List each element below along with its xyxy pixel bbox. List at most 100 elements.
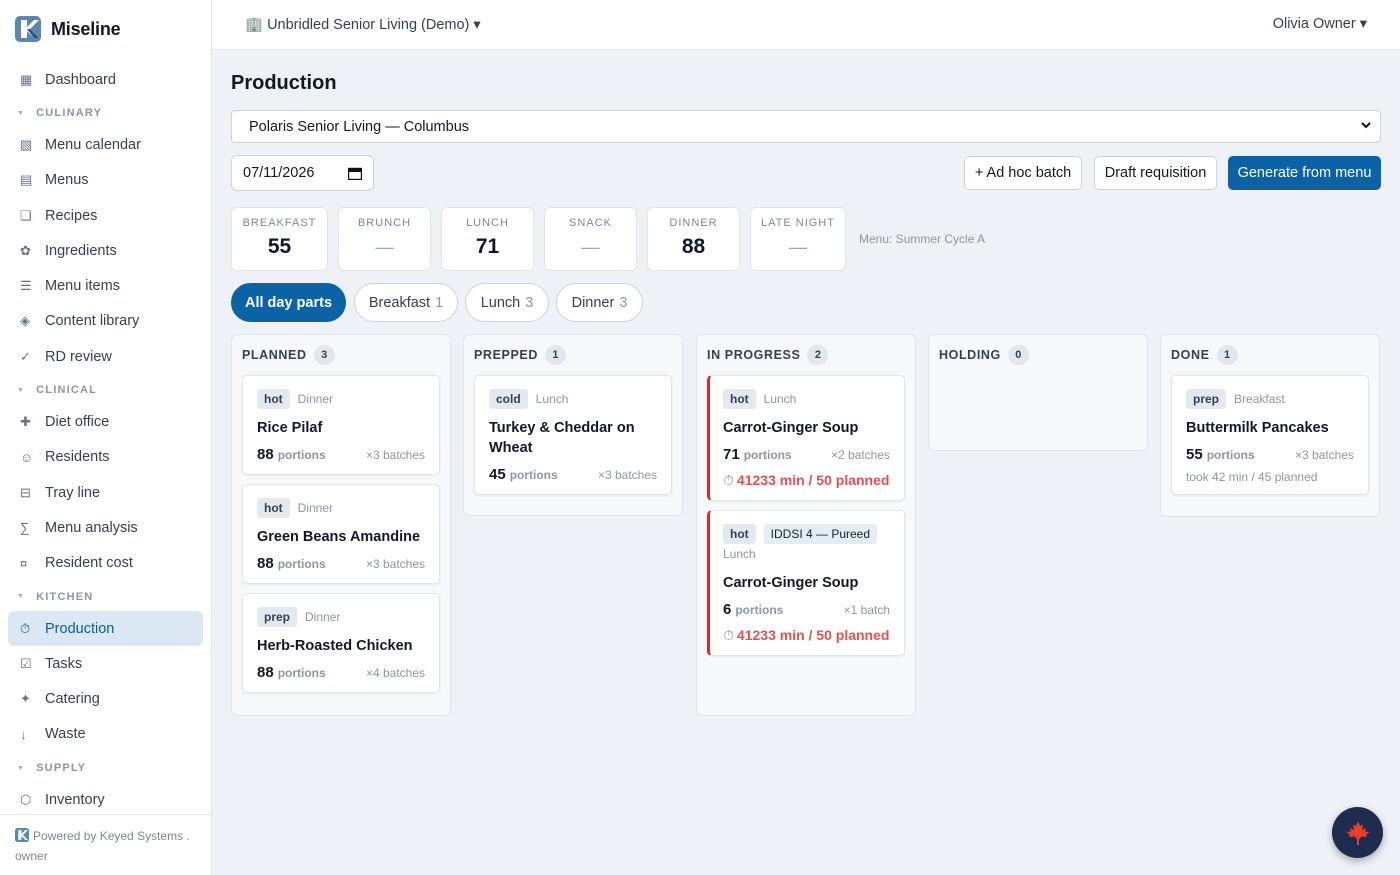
temperature-tag: hot bbox=[723, 524, 756, 544]
sidebar-item-label: Dashboard bbox=[45, 71, 116, 88]
sidebar-item-menu-analysis[interactable]: ∑ Menu analysis bbox=[8, 510, 203, 545]
card-recipe-name: Rice Pilaf bbox=[257, 420, 323, 436]
filter-all-day-parts[interactable]: All day parts bbox=[231, 283, 346, 322]
maple-leaf-icon bbox=[1346, 820, 1369, 845]
portions-count: 55 bbox=[1186, 446, 1203, 463]
card-tags: prep Dinner bbox=[257, 607, 425, 627]
card-tags: cold Lunch bbox=[489, 389, 657, 409]
column-header: HOLDING 0 bbox=[929, 335, 1147, 375]
card-recipe-name: Green Beans Amandine bbox=[257, 529, 421, 545]
batch-card[interactable]: cold Lunch Turkey & Cheddar on Wheat 45 port… bbox=[474, 375, 672, 495]
location-select[interactable]: Polaris Senior Living — Columbus bbox=[231, 110, 1381, 143]
stat-label: LUNCH bbox=[466, 217, 509, 229]
batch-card[interactable]: hot Lunch Carrot-Ginger Soup 71 portions ×2 b… bbox=[707, 375, 905, 501]
stat-value: 71 bbox=[475, 235, 500, 258]
sidebar-item-inventory[interactable]: ⬡ Inventory bbox=[8, 782, 203, 813]
sidebar-item-production[interactable]: ⏱ Production bbox=[8, 610, 203, 647]
sidebar-section-title: KITCHEN bbox=[36, 590, 94, 603]
card-recipe-name: Herb-Roasted Chicken bbox=[257, 638, 413, 654]
column-planned: PLANNED 3 hot Dinner Rice Pilaf 88 portions ×3 … bbox=[231, 334, 451, 716]
user-menu[interactable]: Olivia Owner ▾ bbox=[1273, 16, 1367, 32]
filter-breakfast[interactable]: Breakfast 1 bbox=[354, 283, 458, 322]
batch-card[interactable]: prep Breakfast Buttermilk Pancakes 55 portio… bbox=[1171, 375, 1369, 495]
column-holding: HOLDING 0 bbox=[928, 334, 1148, 451]
ad-hoc-batch-button[interactable]: + Ad hoc batch bbox=[964, 156, 1082, 190]
sidebar-item-ingredients[interactable]: ✿ Ingredients bbox=[8, 233, 203, 268]
sidebar-item-recipes[interactable]: ❏ Recipes bbox=[8, 198, 203, 233]
sidebar-section-title: CULINARY bbox=[36, 107, 103, 120]
stat-label: BRUNCH bbox=[357, 217, 412, 229]
sidebar-item-diet-office[interactable]: ✚ Diet office bbox=[8, 404, 203, 439]
column-header: IN PROGRESS 2 bbox=[697, 335, 915, 375]
column-count-badge: 1 bbox=[544, 345, 566, 365]
diet-office-icon: ✚ bbox=[20, 414, 31, 430]
sidebar-item-label: Menu analysis bbox=[45, 519, 138, 536]
organization-switcher[interactable]: 🏢 Unbridled Senior Living (Demo) ▾ bbox=[245, 16, 481, 33]
batch-card[interactable]: hot Dinner Rice Pilaf 88 portions ×3 batches bbox=[242, 375, 440, 475]
batch-card[interactable]: hot IDDSI 4 — Pureed Lunch Carrot-Ginger So… bbox=[707, 510, 905, 656]
menu-cycle-note: Menu: Summer Cycle A bbox=[859, 232, 986, 246]
calendar-icon[interactable] bbox=[348, 167, 362, 180]
brand[interactable]: Miseline bbox=[0, 0, 211, 58]
column-title: PREPPED bbox=[474, 348, 538, 362]
page-title: Production bbox=[231, 72, 337, 94]
stat-value: — bbox=[789, 237, 807, 257]
sidebar-item-waste[interactable]: ↓ Waste bbox=[8, 717, 203, 752]
main-content: Production Polaris Senior Living — Colum… bbox=[212, 50, 1400, 875]
card-portions-row: 88 portions ×3 batches bbox=[257, 555, 425, 573]
temperature-tag: cold bbox=[489, 389, 528, 409]
elapsed-timer: ⏱ 41233 min / 50 planned bbox=[723, 625, 890, 645]
portions-count: 6 bbox=[723, 601, 732, 618]
sidebar-item-catering[interactable]: ✦ Catering bbox=[8, 681, 203, 716]
sidebar-section-kitchen[interactable]: ▼ KITCHEN bbox=[0, 583, 211, 611]
card-tags: hot Lunch bbox=[723, 389, 890, 409]
sidebar-section-culinary[interactable]: ▼ CULINARY bbox=[0, 99, 211, 127]
column-count-badge: 2 bbox=[807, 345, 829, 365]
dashboard-icon: ▦ bbox=[20, 71, 33, 87]
filter-count: 1 bbox=[435, 294, 444, 311]
column-count-badge: 0 bbox=[1007, 345, 1029, 365]
sidebar-item-menu-items[interactable]: ☰ Menu items bbox=[8, 268, 203, 303]
date-input[interactable]: 07/11/2026 bbox=[231, 155, 374, 191]
stat-label: DINNER bbox=[669, 217, 718, 229]
production-icon: ⏱ bbox=[20, 620, 31, 636]
sidebar-item-content-library[interactable]: ◈ Content library bbox=[8, 304, 203, 339]
card-portions-row: 55 portions ×3 batches bbox=[1186, 446, 1354, 464]
resident-cost-icon: ¤ bbox=[20, 555, 28, 571]
sidebar-item-tray-line[interactable]: ⊟ Tray line bbox=[8, 475, 203, 510]
portions-label: portions bbox=[743, 448, 792, 462]
sidebar-item-resident-cost[interactable]: ¤ Resident cost bbox=[8, 546, 203, 581]
portions: 88 portions bbox=[257, 555, 326, 573]
batch-card[interactable]: hot Dinner Green Beans Amandine 88 portions ×… bbox=[242, 484, 440, 584]
temperature-tag: hot bbox=[257, 498, 290, 518]
tasks-icon: ☑ bbox=[20, 655, 32, 671]
column-title: IN PROGRESS bbox=[707, 348, 801, 362]
sidebar-item-label: Diet office bbox=[45, 414, 110, 431]
sidebar-item-menus[interactable]: ▤ Menus bbox=[8, 163, 203, 198]
sidebar-section-supply[interactable]: ▼ SUPPLY bbox=[0, 754, 211, 782]
elapsed-timer: ⏱ 41233 min / 50 planned bbox=[723, 470, 890, 490]
filter-lunch[interactable]: Lunch 3 bbox=[465, 283, 549, 322]
sidebar-item-menu-calendar[interactable]: ▧ Menu calendar bbox=[8, 127, 203, 162]
catering-icon: ✦ bbox=[20, 691, 31, 707]
filter-label: Breakfast bbox=[368, 294, 431, 311]
card-daypart: Breakfast bbox=[1234, 392, 1285, 406]
sidebar-item-residents[interactable]: ☺ Residents bbox=[8, 440, 203, 475]
sidebar-item-label: Resident cost bbox=[45, 555, 133, 572]
date-input-value: 07/11/2026 bbox=[243, 165, 315, 181]
card-daypart: Dinner bbox=[305, 610, 341, 624]
sidebar-item-tasks[interactable]: ☑ Tasks bbox=[8, 646, 203, 681]
draft-requisition-button[interactable]: Draft requisition bbox=[1094, 156, 1217, 190]
assistant-fab-button[interactable] bbox=[1332, 807, 1383, 858]
generate-from-menu-button[interactable]: Generate from menu bbox=[1228, 156, 1381, 190]
card-portions-row: 88 portions ×3 batches bbox=[257, 446, 425, 464]
sidebar-item-label: Inventory bbox=[45, 791, 105, 808]
sidebar-item-rd-review[interactable]: ✓ RD review bbox=[8, 339, 203, 374]
sidebar-section-clinical[interactable]: ▼ CLINICAL bbox=[0, 376, 211, 404]
sidebar-section-title: SUPPLY bbox=[36, 762, 87, 775]
batch-card[interactable]: prep Dinner Herb-Roasted Chicken 88 portions… bbox=[242, 593, 440, 693]
temperature-tag: prep bbox=[257, 607, 298, 627]
filter-dinner[interactable]: Dinner 3 bbox=[556, 283, 643, 322]
sidebar-item-dashboard[interactable]: ▦ Dashboard bbox=[8, 62, 203, 97]
content-library-icon: ◈ bbox=[20, 313, 30, 329]
